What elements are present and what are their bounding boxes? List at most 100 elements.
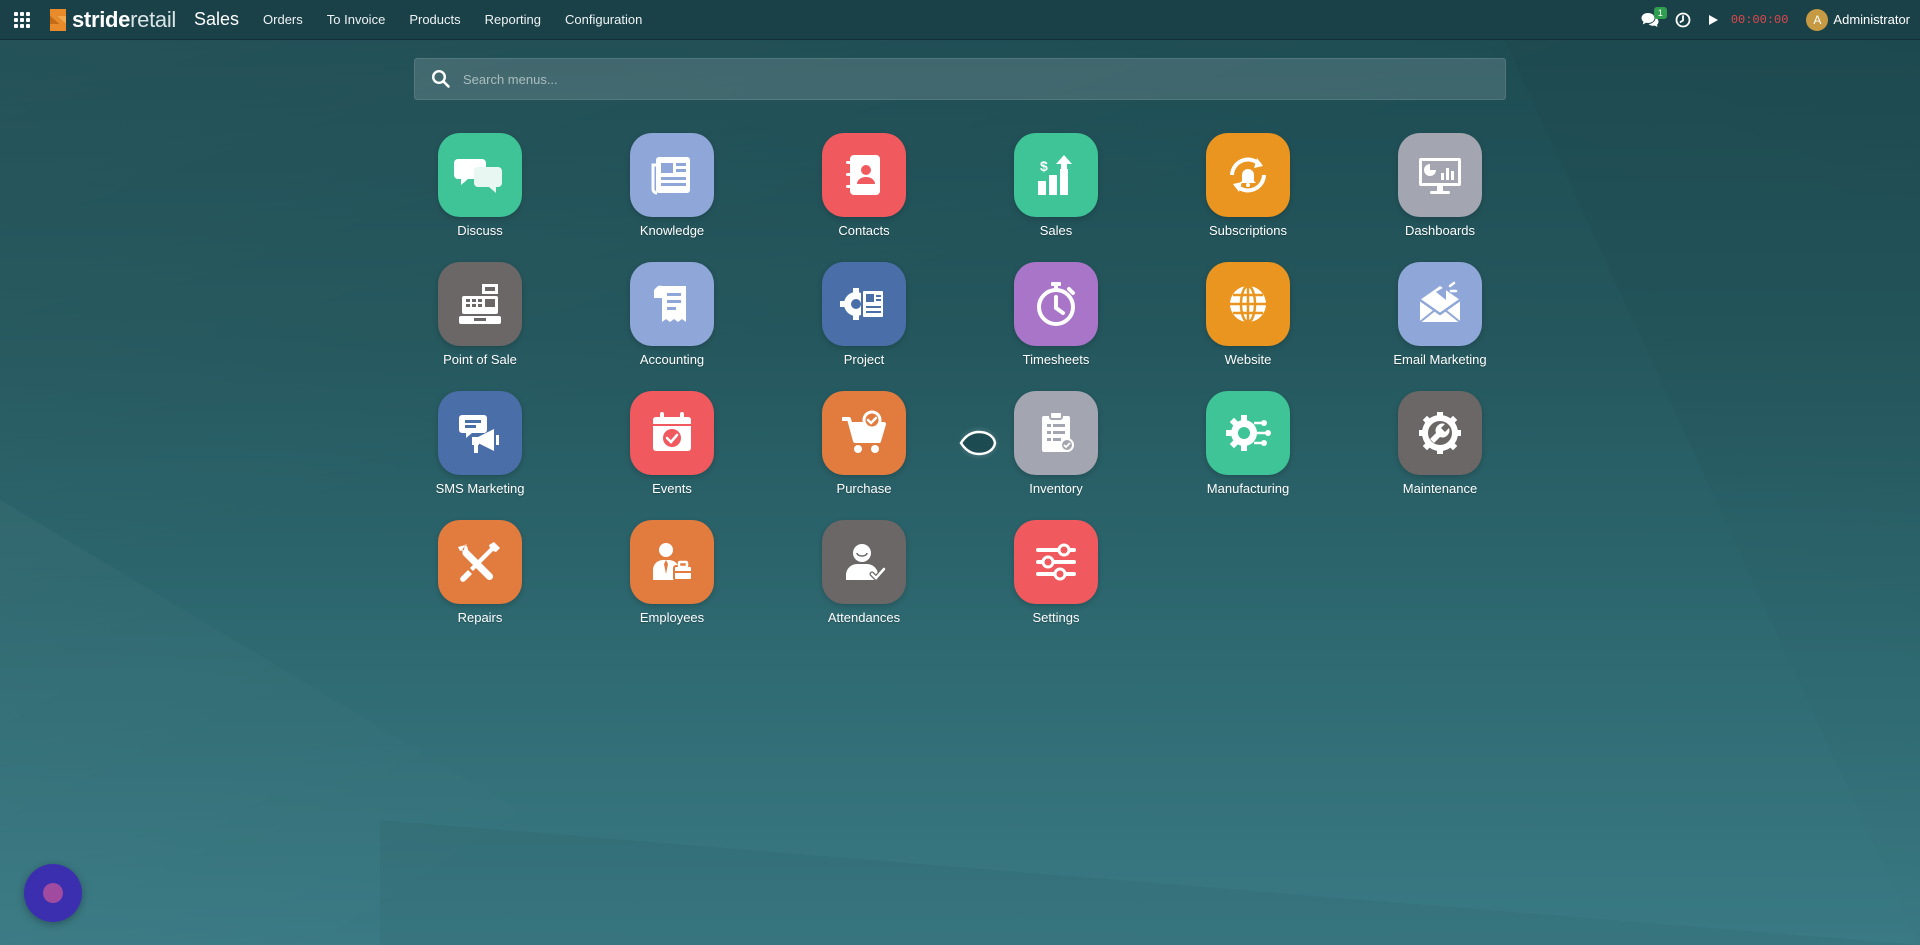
app-icon-tile bbox=[1206, 391, 1290, 475]
app-events[interactable]: Events bbox=[607, 391, 737, 508]
app-icon-tile bbox=[630, 262, 714, 346]
globe-icon bbox=[1230, 284, 1266, 324]
app-website[interactable]: Website bbox=[1183, 262, 1313, 379]
background-facet bbox=[380, 820, 1920, 945]
recurring-bell-icon bbox=[1230, 157, 1266, 193]
stride-logo-icon bbox=[50, 8, 66, 31]
top-navbar: strideretail Sales Orders To Invoice Pro… bbox=[0, 0, 1920, 40]
app-icon-tile bbox=[438, 520, 522, 604]
app-icon-tile bbox=[822, 133, 906, 217]
app-maintenance[interactable]: Maintenance bbox=[1375, 391, 1505, 508]
app-icon-tile bbox=[1398, 262, 1482, 346]
menu-search-bar bbox=[414, 58, 1506, 100]
app-subscriptions[interactable]: Subscriptions bbox=[1183, 133, 1313, 250]
app-label: Inventory bbox=[1029, 481, 1083, 496]
app-attendances[interactable]: Attendances bbox=[799, 520, 929, 637]
app-label: Manufacturing bbox=[1206, 481, 1290, 496]
menu-configuration[interactable]: Configuration bbox=[553, 0, 654, 40]
sliders-icon bbox=[1036, 543, 1076, 581]
messages-button[interactable]: 1 bbox=[1633, 0, 1667, 40]
app-label: Accounting bbox=[639, 352, 705, 367]
app-label: Subscriptions bbox=[1208, 223, 1288, 238]
clipboard-checklist-icon bbox=[1042, 411, 1074, 452]
app-icon-tile bbox=[630, 391, 714, 475]
address-book-icon bbox=[846, 155, 880, 195]
user-name: Administrator bbox=[1833, 12, 1910, 27]
chat-bubbles-icon bbox=[454, 159, 502, 193]
systray: 1 00:00:00 A Administrator bbox=[1633, 0, 1920, 40]
app-point-of-sale[interactable]: Point of Sale bbox=[415, 262, 545, 379]
app-icon-tile bbox=[630, 133, 714, 217]
app-icon-tile bbox=[1014, 262, 1098, 346]
app-label: Sales bbox=[1039, 223, 1073, 238]
app-icon-tile bbox=[1398, 133, 1482, 217]
app-label: Timesheets bbox=[1022, 352, 1090, 367]
app-inventory[interactable]: Inventory bbox=[991, 391, 1121, 508]
app-repairs[interactable]: Repairs bbox=[415, 520, 545, 637]
app-icon-tile bbox=[438, 133, 522, 217]
monitor-chart-icon bbox=[1419, 158, 1461, 194]
user-menu[interactable]: A Administrator bbox=[1798, 8, 1910, 31]
app-icon-tile bbox=[438, 262, 522, 346]
mouse-cursor-icon bbox=[958, 426, 1000, 460]
cash-register-icon bbox=[459, 284, 501, 324]
app-sms-marketing[interactable]: SMS Marketing bbox=[415, 391, 545, 508]
app-label: Knowledge bbox=[639, 223, 705, 238]
menu-orders[interactable]: Orders bbox=[251, 0, 315, 40]
main-menu: Orders To Invoice Products Reporting Con… bbox=[251, 0, 654, 40]
app-discuss[interactable]: Discuss bbox=[415, 133, 545, 250]
app-label: Website bbox=[1224, 352, 1272, 367]
app-email-marketing[interactable]: Email Marketing bbox=[1375, 262, 1505, 379]
app-icon-tile bbox=[822, 520, 906, 604]
timer-start-button[interactable] bbox=[1699, 0, 1727, 40]
app-dashboards[interactable]: Dashboards bbox=[1375, 133, 1505, 250]
gear-circuit-icon bbox=[1226, 415, 1271, 451]
app-icon-tile bbox=[630, 520, 714, 604]
app-icon-tile bbox=[1206, 133, 1290, 217]
app-purchase[interactable]: Purchase bbox=[799, 391, 929, 508]
app-label: Maintenance bbox=[1402, 481, 1478, 496]
menu-to-invoice[interactable]: To Invoice bbox=[315, 0, 398, 40]
calendar-check-icon bbox=[653, 412, 691, 451]
app-accounting[interactable]: Accounting bbox=[607, 262, 737, 379]
app-manufacturing[interactable]: Manufacturing bbox=[1183, 391, 1313, 508]
user-check-icon bbox=[846, 544, 887, 582]
app-icon-tile bbox=[1206, 262, 1290, 346]
stopwatch-icon bbox=[1037, 282, 1075, 326]
gear-wrench-icon bbox=[1419, 412, 1461, 454]
menu-products[interactable]: Products bbox=[397, 0, 472, 40]
app-icon-tile bbox=[1014, 391, 1098, 475]
app-icon-tile: $ bbox=[1014, 133, 1098, 217]
assistant-chat-button[interactable] bbox=[24, 864, 82, 922]
clock-icon bbox=[1675, 12, 1691, 27]
app-label: Events bbox=[652, 481, 692, 496]
app-label: Dashboards bbox=[1404, 223, 1476, 238]
sms-megaphone-icon bbox=[459, 415, 499, 453]
bar-chart-icon: $ bbox=[1038, 155, 1072, 195]
wrench-screwdriver-icon bbox=[458, 542, 500, 582]
app-icon-tile bbox=[1014, 520, 1098, 604]
avatar: A bbox=[1806, 8, 1829, 31]
envelope-megaphone-icon bbox=[1419, 281, 1461, 323]
app-employees[interactable]: Employees bbox=[607, 520, 737, 637]
app-project[interactable]: Project bbox=[799, 262, 929, 379]
app-knowledge[interactable]: Knowledge bbox=[607, 133, 737, 250]
app-contacts[interactable]: Contacts bbox=[799, 133, 929, 250]
search-input[interactable] bbox=[463, 59, 1505, 99]
app-label: Project bbox=[843, 352, 885, 367]
apps-menu-toggle[interactable] bbox=[0, 0, 44, 40]
app-timesheets[interactable]: Timesheets bbox=[991, 262, 1121, 379]
app-label: Contacts bbox=[838, 223, 890, 238]
app-icon-tile bbox=[822, 262, 906, 346]
gear-document-icon bbox=[840, 288, 885, 320]
receipt-icon bbox=[653, 285, 686, 322]
app-label: Email Marketing bbox=[1393, 352, 1487, 367]
assistant-icon bbox=[43, 883, 63, 903]
app-icon-tile bbox=[1398, 391, 1482, 475]
activities-button[interactable] bbox=[1667, 0, 1699, 40]
brand-logo[interactable]: strideretail bbox=[46, 0, 176, 40]
menu-reporting[interactable]: Reporting bbox=[473, 0, 553, 40]
app-sales[interactable]: $ Sales bbox=[991, 133, 1121, 250]
current-app-name[interactable]: Sales bbox=[194, 9, 239, 30]
app-settings[interactable]: Settings bbox=[991, 520, 1121, 637]
